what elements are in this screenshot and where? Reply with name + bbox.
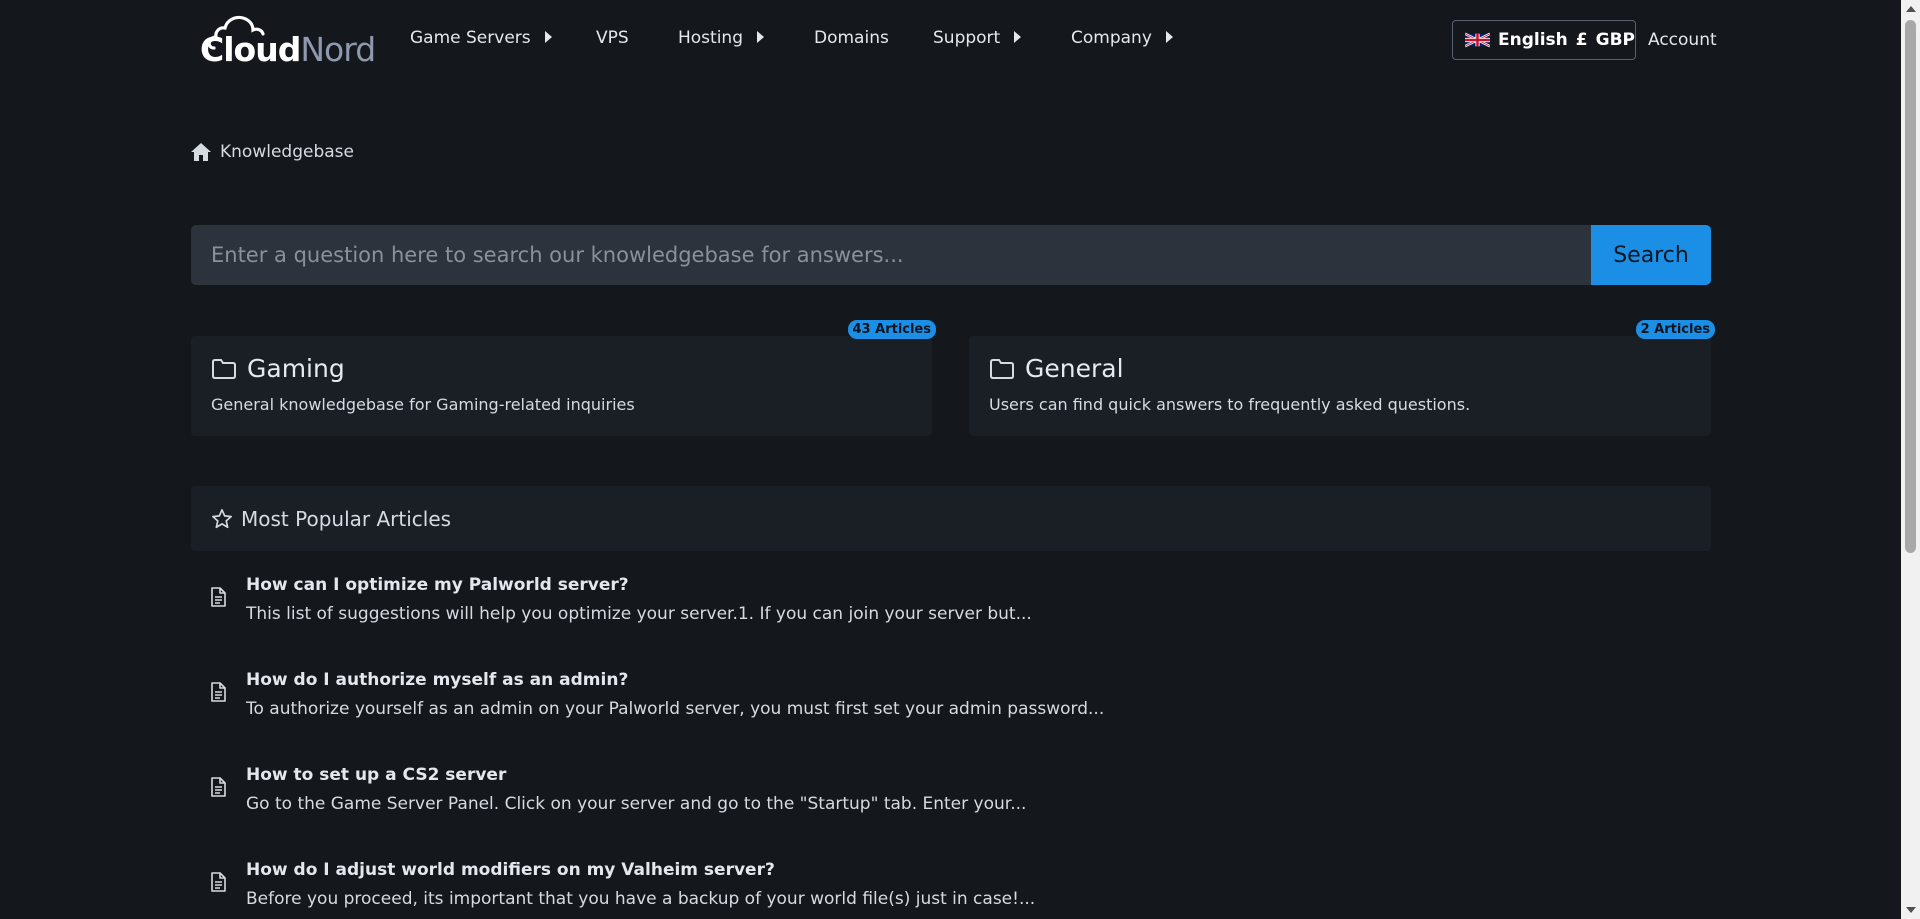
article-count-badge: 43 Articles — [847, 320, 936, 339]
nav-vps[interactable]: VPS — [596, 28, 629, 48]
article-excerpt: This list of suggestions will help you o… — [246, 604, 1032, 624]
document-icon — [211, 682, 226, 702]
category-description: Users can find quick answers to frequent… — [989, 395, 1471, 414]
article-item[interactable]: How do I adjust world modifiers on my Va… — [210, 860, 1610, 909]
article-title[interactable]: How to set up a CS2 server — [246, 765, 1026, 785]
nav-label: VPS — [596, 28, 629, 48]
article-excerpt: To authorize yourself as an admin on you… — [246, 699, 1105, 719]
nav-hosting[interactable]: Hosting — [678, 28, 764, 48]
popular-articles-heading: Most Popular Articles — [241, 506, 452, 531]
language-label: English — [1498, 30, 1568, 50]
category-card-gaming[interactable]: 43 Articles Gaming General knowledgebase… — [191, 320, 936, 436]
nav-label: Hosting — [678, 28, 743, 48]
nav-company[interactable]: Company — [1071, 28, 1173, 48]
language-currency-button[interactable]: English £ GBP — [1452, 20, 1636, 60]
currency-symbol: £ — [1575, 30, 1588, 50]
scroll-up-arrow-icon[interactable] — [1906, 6, 1916, 12]
caret-right-icon — [1014, 31, 1022, 43]
article-title[interactable]: How do I authorize myself as an admin? — [246, 670, 1104, 690]
folder-icon — [212, 358, 236, 379]
scroll-down-arrow-icon[interactable] — [1906, 907, 1916, 913]
account-link[interactable]: Account — [1648, 30, 1717, 50]
nav-label: Domains — [814, 28, 889, 48]
star-icon — [212, 508, 232, 528]
caret-right-icon — [757, 31, 764, 43]
article-title[interactable]: How can I optimize my Palworld server? — [246, 575, 1032, 595]
category-card-general[interactable]: 2 Articles General Users can find quick … — [969, 320, 1715, 436]
uk-flag-icon — [1465, 32, 1491, 48]
search-button[interactable]: Search — [1591, 225, 1711, 285]
article-item[interactable]: How can I optimize my Palworld server? T… — [210, 575, 1610, 624]
breadcrumb: Knowledgebase — [190, 142, 354, 162]
logo-text-cloud: Cloud — [200, 30, 301, 69]
popular-articles-header: Most Popular Articles — [191, 486, 1711, 551]
caret-right-icon — [544, 31, 552, 43]
article-count-badge: 2 Articles — [1635, 320, 1715, 339]
nav-label: Company — [1071, 28, 1152, 48]
category-description: General knowledgebase for Gaming-related… — [211, 395, 635, 414]
folder-icon — [990, 358, 1014, 379]
nav-support[interactable]: Support — [933, 28, 1022, 48]
category-title: Gaming — [247, 354, 345, 383]
kb-search-input[interactable] — [191, 225, 1591, 285]
document-icon — [211, 872, 226, 892]
nav-label: Support — [933, 28, 1001, 48]
top-navbar: CloudNord Game Servers VPS Hosting Domai… — [0, 0, 1901, 80]
nav-game-servers[interactable]: Game Servers — [410, 28, 552, 48]
article-excerpt: Before you proceed, its important that y… — [246, 889, 1036, 909]
article-title[interactable]: How do I adjust world modifiers on my Va… — [246, 860, 1035, 880]
home-icon[interactable] — [190, 142, 212, 162]
document-icon — [211, 587, 226, 607]
brand-logo[interactable]: CloudNord — [200, 14, 376, 69]
kb-search-form: Search — [191, 225, 1711, 285]
vertical-scrollbar[interactable] — [1901, 0, 1920, 919]
article-item[interactable]: How to set up a CS2 server Go to the Gam… — [210, 765, 1610, 814]
page: CloudNord Game Servers VPS Hosting Domai… — [0, 0, 1901, 919]
category-title: General — [1025, 354, 1124, 383]
document-icon — [211, 777, 226, 797]
nav-label: Game Servers — [410, 28, 531, 48]
article-item[interactable]: How do I authorize myself as an admin? T… — [210, 670, 1610, 719]
breadcrumb-knowledgebase[interactable]: Knowledgebase — [220, 142, 354, 162]
scrollbar-thumb[interactable] — [1905, 20, 1916, 553]
article-excerpt: Go to the Game Server Panel. Click on yo… — [246, 794, 1027, 814]
caret-right-icon — [1165, 31, 1173, 43]
currency-code: GBP — [1595, 30, 1635, 50]
logo-text-nord: Nord — [300, 30, 376, 69]
nav-domains[interactable]: Domains — [814, 28, 889, 48]
